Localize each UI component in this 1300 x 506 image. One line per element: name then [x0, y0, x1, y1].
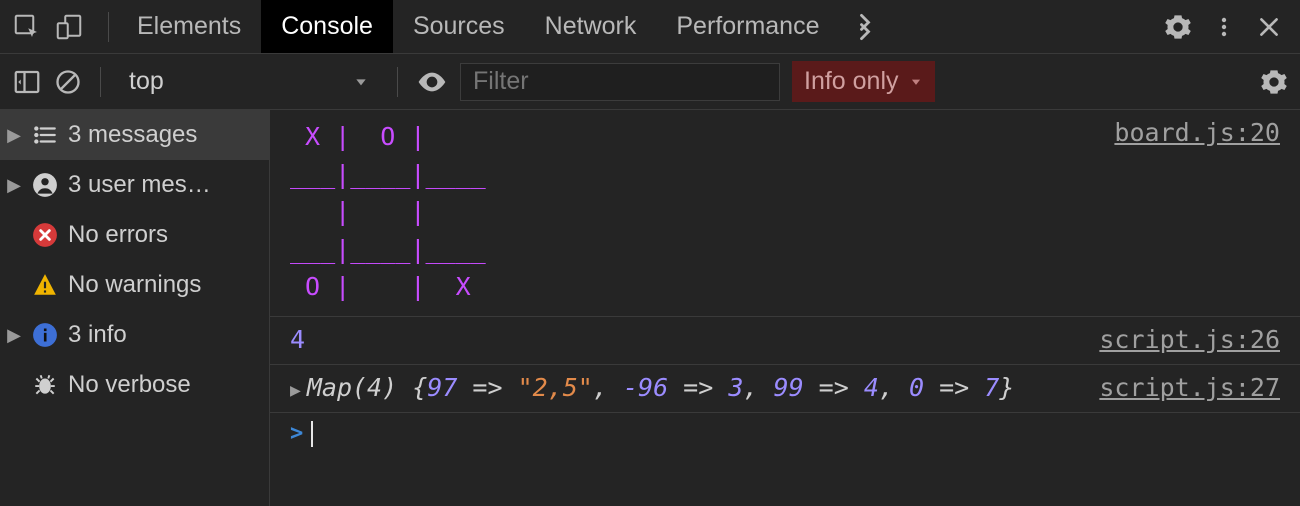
dropdown-icon: [353, 74, 369, 90]
map-key: -96: [623, 373, 668, 402]
sidebar-verbose[interactable]: No verbose: [0, 360, 269, 410]
tab-performance[interactable]: Performance: [656, 0, 839, 53]
map-value: 4: [864, 373, 879, 402]
sidebar-label: 3 messages: [68, 121, 197, 149]
sidebar-label: 3 info: [68, 321, 127, 349]
map-key: 97: [427, 373, 457, 402]
kebab-menu-icon[interactable]: [1212, 15, 1236, 39]
board-row: O | | X: [290, 268, 1280, 306]
log-value: 4: [290, 325, 305, 354]
context-label: top: [129, 67, 164, 96]
clear-console-icon[interactable]: [54, 68, 82, 96]
expand-icon: ▶: [6, 175, 22, 196]
map-key: 0: [909, 373, 924, 402]
sidebar-label: 3 user mes…: [68, 171, 211, 199]
inspect-element-icon[interactable]: [12, 12, 42, 42]
sidebar-user-messages[interactable]: ▶ 3 user mes…: [0, 160, 269, 210]
map-label: Map(4): [307, 373, 397, 402]
sidebar-errors[interactable]: No errors: [0, 210, 269, 260]
info-icon: [32, 322, 58, 348]
sidebar-warnings[interactable]: No warnings: [0, 260, 269, 310]
divider: [397, 67, 398, 97]
tab-console[interactable]: Console: [261, 0, 393, 53]
source-link[interactable]: script.js:26: [1099, 325, 1280, 354]
filter-input[interactable]: [460, 63, 780, 101]
bug-icon: [32, 372, 58, 398]
device-toolbar-icon[interactable]: [54, 12, 84, 42]
console-message-board: board.js:20 X | O | ___|____|____ | | __…: [270, 110, 1300, 317]
source-link[interactable]: board.js:20: [1114, 118, 1280, 147]
sidebar-label: No verbose: [68, 371, 191, 399]
tab-network[interactable]: Network: [525, 0, 657, 53]
error-icon: [32, 222, 58, 248]
tab-sources[interactable]: Sources: [393, 0, 525, 53]
expand-icon: ▶: [6, 125, 22, 146]
console-sidebar: ▶ 3 messages ▶ 3 user mes… No errors: [0, 110, 270, 506]
text-cursor: [311, 421, 313, 447]
map-value: 7: [984, 373, 999, 402]
dropdown-icon: [909, 75, 923, 89]
execution-context-select[interactable]: top: [119, 67, 379, 96]
devtools-tab-bar: Elements Console Sources Network Perform…: [0, 0, 1300, 54]
board-row: | |: [290, 193, 1280, 231]
sidebar-label: No errors: [68, 221, 168, 249]
prompt-caret-icon: >: [290, 421, 303, 446]
sidebar-label: No warnings: [68, 271, 201, 299]
map-value: "2,5": [518, 373, 593, 402]
expand-icon[interactable]: ▶: [290, 380, 301, 401]
tab-elements[interactable]: Elements: [117, 0, 261, 53]
console-prompt[interactable]: >: [270, 413, 1300, 455]
divider: [108, 12, 109, 42]
console-settings-icon[interactable]: [1260, 68, 1288, 96]
map-value: 3: [728, 373, 743, 402]
close-icon[interactable]: [1256, 14, 1282, 40]
toggle-sidebar-icon[interactable]: [12, 67, 42, 97]
sidebar-messages[interactable]: ▶ 3 messages: [0, 110, 269, 160]
settings-icon[interactable]: [1164, 13, 1192, 41]
live-expression-icon[interactable]: [416, 66, 448, 98]
level-label: Info only: [804, 67, 899, 96]
user-icon: [32, 172, 58, 198]
board-row: ___|____|____: [290, 231, 1280, 269]
board-row: ___|____|____: [290, 156, 1280, 194]
console-toolbar: top Info only: [0, 54, 1300, 110]
console-message-map: script.js:27 ▶Map(4) {97 => "2,5", -96 =…: [270, 365, 1300, 413]
map-key: 99: [774, 373, 804, 402]
log-level-select[interactable]: Info only: [792, 61, 935, 102]
more-tabs-icon[interactable]: [851, 13, 879, 41]
sidebar-info[interactable]: ▶ 3 info: [0, 310, 269, 360]
source-link[interactable]: script.js:27: [1099, 373, 1280, 402]
console-messages: board.js:20 X | O | ___|____|____ | | __…: [270, 110, 1300, 506]
expand-icon: ▶: [6, 325, 22, 346]
list-icon: [32, 122, 58, 148]
divider: [100, 67, 101, 97]
warning-icon: [32, 272, 58, 298]
console-message-value: script.js:26 4: [270, 317, 1300, 365]
